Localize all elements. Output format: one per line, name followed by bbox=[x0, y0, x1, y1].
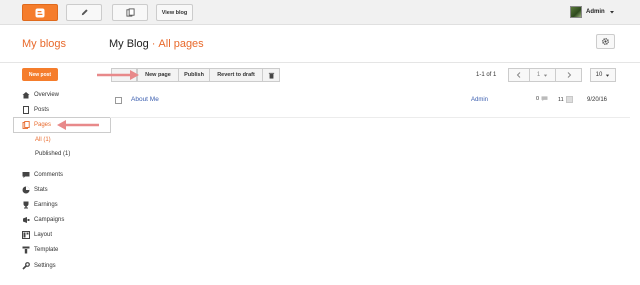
new-post-button[interactable]: New post bbox=[22, 68, 58, 81]
comment-icon bbox=[22, 171, 30, 179]
sidebar-item-label: Settings bbox=[34, 263, 56, 269]
view-count: 11 bbox=[558, 96, 573, 103]
page-date: 9/20/16 bbox=[587, 97, 608, 103]
sidebar-item-settings[interactable]: Settings bbox=[22, 262, 56, 270]
comment-count-value: 0 bbox=[536, 96, 540, 102]
annotation-arrow-new-page-icon bbox=[97, 70, 139, 80]
sidebar-item-template[interactable]: Template bbox=[22, 246, 58, 254]
template-icon bbox=[22, 246, 30, 254]
sidebar-item-label: Layout bbox=[34, 232, 53, 238]
page-title: All pages bbox=[158, 38, 204, 50]
pagination-count: 1-1 of 1 bbox=[476, 72, 497, 78]
sidebar-item-layout[interactable]: Layout bbox=[22, 231, 52, 239]
settings-gear-button[interactable] bbox=[596, 34, 615, 49]
prev-page-button[interactable] bbox=[508, 68, 530, 82]
sidebar-item-label: Pages bbox=[34, 122, 52, 128]
trophy-icon bbox=[22, 201, 30, 209]
layout-icon bbox=[22, 231, 30, 239]
posts-list-button[interactable] bbox=[112, 4, 148, 21]
sidebar-subitem-published[interactable]: Published (1) bbox=[35, 151, 70, 157]
sidebar-subitem-all[interactable]: All (1) bbox=[35, 137, 51, 143]
breadcrumb-separator: · bbox=[151, 38, 156, 50]
campaign-icon bbox=[22, 216, 30, 224]
sidebar-item-stats[interactable]: Stats bbox=[22, 186, 48, 194]
annotation-arrow-pages-icon bbox=[57, 120, 99, 130]
publish-button[interactable]: Publish bbox=[178, 68, 210, 82]
sidebar-item-earnings[interactable]: Earnings bbox=[22, 201, 58, 209]
chevron-right-icon bbox=[567, 72, 571, 78]
blogger-icon bbox=[35, 8, 45, 17]
page-title-link[interactable]: About Me bbox=[131, 96, 159, 103]
sidebar-item-label: Stats bbox=[34, 187, 48, 193]
my-blogs-link[interactable]: My blogs bbox=[22, 38, 66, 50]
documents-icon bbox=[125, 8, 135, 17]
pencil-icon bbox=[81, 9, 88, 16]
row-checkbox[interactable] bbox=[115, 97, 122, 104]
page-header: My blogs My Blog · All pages bbox=[0, 25, 640, 63]
sidebar-item-label: Template bbox=[34, 247, 59, 253]
author-link[interactable]: Admin bbox=[471, 97, 488, 103]
new-post-pencil-button[interactable] bbox=[66, 4, 102, 21]
table-row bbox=[110, 92, 630, 118]
pie-chart-icon bbox=[22, 186, 30, 194]
account-menu[interactable]: Admin bbox=[570, 6, 615, 18]
sidebar-item-label: Posts bbox=[34, 107, 50, 113]
comment-count: 0 bbox=[536, 96, 548, 102]
view-count-value: 11 bbox=[558, 96, 564, 103]
delete-button[interactable] bbox=[262, 68, 280, 82]
sidebar-item-label: Campaigns bbox=[34, 217, 65, 223]
page-select-value: 1 bbox=[536, 72, 541, 78]
new-page-button[interactable]: New page bbox=[137, 68, 179, 82]
gear-icon bbox=[602, 38, 609, 45]
document-icon bbox=[22, 106, 30, 114]
sidebar-item-posts[interactable]: Posts bbox=[22, 106, 49, 114]
blogger-logo-button[interactable] bbox=[22, 4, 58, 21]
sidebar-item-overview[interactable]: Overview bbox=[22, 91, 59, 99]
caret-down-icon bbox=[544, 74, 548, 77]
sidebar-item-pages[interactable]: Pages bbox=[22, 121, 51, 129]
trash-icon bbox=[268, 72, 274, 79]
wrench-icon bbox=[22, 262, 30, 270]
sidebar-item-label: Comments bbox=[34, 172, 64, 178]
avatar bbox=[570, 6, 582, 18]
per-page-select[interactable]: 10 bbox=[590, 68, 616, 82]
chevron-left-icon bbox=[516, 72, 521, 78]
caret-down-icon bbox=[609, 11, 614, 14]
caret-down-icon bbox=[606, 74, 610, 77]
next-page-button[interactable] bbox=[555, 68, 582, 82]
house-icon bbox=[22, 91, 30, 99]
views-chart-icon bbox=[565, 96, 573, 103]
top-bar: View blog Admin bbox=[0, 0, 640, 25]
comment-bubble-icon bbox=[541, 96, 548, 102]
sidebar-item-label: Overview bbox=[34, 92, 60, 98]
per-page-value: 10 bbox=[595, 72, 603, 78]
breadcrumb: My Blog · All pages bbox=[109, 38, 204, 50]
sidebar-item-campaigns[interactable]: Campaigns bbox=[22, 216, 64, 224]
pages-icon bbox=[22, 121, 30, 129]
blog-title[interactable]: My Blog bbox=[109, 38, 149, 50]
user-name: Admin bbox=[586, 9, 605, 15]
sidebar-item-label: Earnings bbox=[34, 202, 58, 208]
revert-to-draft-button[interactable]: Revert to draft bbox=[209, 68, 263, 82]
page-select[interactable]: 1 bbox=[529, 68, 556, 82]
sidebar-item-comments[interactable]: Comments bbox=[22, 171, 63, 179]
view-blog-button[interactable]: View blog bbox=[156, 4, 193, 21]
